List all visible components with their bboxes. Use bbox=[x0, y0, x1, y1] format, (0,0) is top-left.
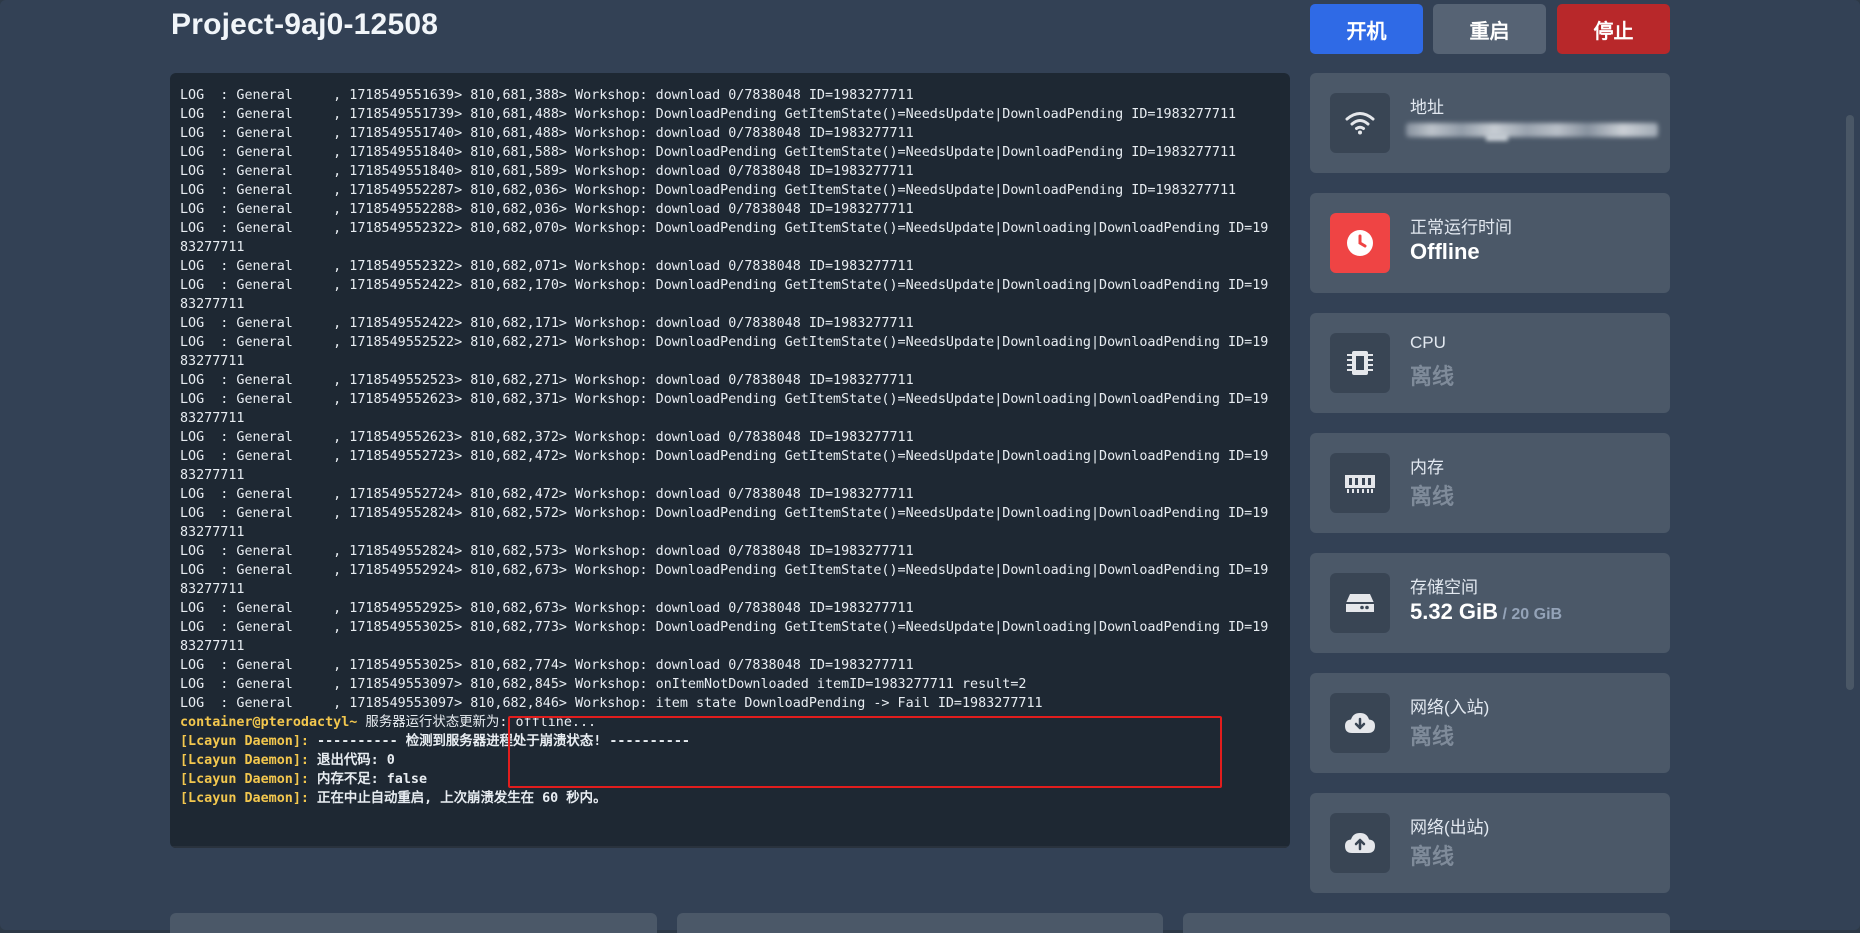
console-line-text: 正在中止自动重启, 上次崩溃发生在 60 秒内。 bbox=[309, 791, 607, 806]
console-line: 83277711 bbox=[180, 354, 245, 369]
console-line: LOG : General , 1718549552422> 810,682,1… bbox=[180, 278, 1269, 293]
console-line: LOG : General , 1718549553097> 810,682,8… bbox=[180, 677, 1027, 692]
stat-card-network-in: 网络(入站) 离线 bbox=[1310, 673, 1670, 773]
bottom-panel-1 bbox=[170, 913, 657, 933]
storage-used: 5.32 GiB bbox=[1410, 599, 1499, 624]
stat-card-address: 地址 bbox=[1310, 73, 1670, 173]
console-line: LOG : General , 1718549552723> 810,682,4… bbox=[180, 449, 1269, 464]
command-bar: » bbox=[170, 846, 1290, 848]
stat-value: 5.32 GiB / 20 GiB bbox=[1410, 599, 1562, 625]
highlight-box bbox=[508, 716, 1222, 788]
daemon-prefix: [Lcayun Daemon]: bbox=[180, 791, 309, 806]
console-line: LOG : General , 1718549552322> 810,682,0… bbox=[180, 221, 1269, 236]
console-line-text: 退出代码: 0 bbox=[309, 753, 395, 768]
stat-label: CPU bbox=[1410, 333, 1446, 352]
stat-label: 地址 bbox=[1410, 98, 1444, 117]
console-line: LOG : General , 1718549552623> 810,682,3… bbox=[180, 392, 1269, 407]
console-line: LOG : General , 1718549551840> 810,681,5… bbox=[180, 164, 914, 179]
stat-value: 离线 bbox=[1410, 844, 1455, 869]
console-line: [Lcayun Daemon]: 正在中止自动重启, 上次崩溃发生在 60 秒内… bbox=[180, 789, 1270, 808]
console-line: LOG : General , 1718549553025> 810,682,7… bbox=[180, 620, 1269, 635]
storage-limit: / 20 GiB bbox=[1498, 606, 1563, 623]
console-line: LOG : General , 1718549552724> 810,682,4… bbox=[180, 487, 914, 502]
bottom-panel-3 bbox=[1183, 913, 1670, 933]
redacted-address-fragment bbox=[1486, 133, 1508, 141]
console-line: LOG : General , 1718549552824> 810,682,5… bbox=[180, 544, 914, 559]
page-scrollbar[interactable] bbox=[1846, 115, 1854, 690]
console-line: LOG : General , 1718549552522> 810,682,2… bbox=[180, 335, 1269, 350]
console-line: 83277711 bbox=[180, 639, 245, 654]
stat-value: 离线 bbox=[1410, 364, 1455, 389]
console-panel: LOG : General , 1718549551639> 810,681,3… bbox=[170, 73, 1290, 848]
stat-label: 正常运行时间 bbox=[1410, 218, 1512, 237]
console-line: LOG : General , 1718549551739> 810,681,4… bbox=[180, 107, 1237, 122]
daemon-prefix: [Lcayun Daemon]: bbox=[180, 772, 309, 787]
stat-card-uptime: 正常运行时间 Offline bbox=[1310, 193, 1670, 293]
stat-value: Offline bbox=[1410, 239, 1480, 264]
wifi-icon bbox=[1330, 93, 1390, 153]
stat-card-cpu: CPU 离线 bbox=[1310, 313, 1670, 413]
stat-card-network-out: 网络(出站) 离线 bbox=[1310, 793, 1670, 893]
stat-value: 离线 bbox=[1410, 484, 1455, 509]
console-line: LOG : General , 1718549553097> 810,682,8… bbox=[180, 696, 1043, 711]
memory-icon bbox=[1330, 453, 1390, 513]
stat-card-memory: 内存 离线 bbox=[1310, 433, 1670, 533]
daemon-prefix: [Lcayun Daemon]: bbox=[180, 734, 309, 749]
stat-value: 离线 bbox=[1410, 724, 1455, 749]
console-line: LOG : General , 1718549551639> 810,681,3… bbox=[180, 88, 914, 103]
daemon-prefix: [Lcayun Daemon]: bbox=[180, 753, 309, 768]
redacted-address bbox=[1406, 123, 1658, 137]
console-line: LOG : General , 1718549551840> 810,681,5… bbox=[180, 145, 1237, 160]
console-line: 83277711 bbox=[180, 297, 245, 312]
cpu-chip-icon bbox=[1330, 333, 1390, 393]
app-frame: Project-9aj0-12508 开机 重启 停止 LOG : Genera… bbox=[0, 0, 1860, 933]
console-line: 83277711 bbox=[180, 240, 245, 255]
console-line-text: 内存不足: false bbox=[309, 772, 428, 787]
console-line: LOG : General , 1718549552422> 810,682,1… bbox=[180, 316, 914, 331]
stat-label: 存储空间 bbox=[1410, 578, 1478, 597]
console-line: LOG : General , 1718549552287> 810,682,0… bbox=[180, 183, 1237, 198]
server-console-page: Project-9aj0-12508 开机 重启 停止 LOG : Genera… bbox=[0, 0, 1860, 933]
hard-drive-icon bbox=[1330, 573, 1390, 633]
stop-button[interactable]: 停止 bbox=[1557, 4, 1670, 54]
console-line: LOG : General , 1718549552322> 810,682,0… bbox=[180, 259, 914, 274]
start-button[interactable]: 开机 bbox=[1310, 4, 1423, 54]
console-output: LOG : General , 1718549551639> 810,681,3… bbox=[180, 86, 1270, 808]
page-title: Project-9aj0-12508 bbox=[171, 8, 439, 41]
stat-label: 网络(入站) bbox=[1410, 698, 1490, 717]
console-line: LOG : General , 1718549552523> 810,682,2… bbox=[180, 373, 914, 388]
stat-label: 网络(出站) bbox=[1410, 818, 1490, 837]
bottom-panel-2 bbox=[677, 913, 1163, 933]
cloud-download-icon bbox=[1330, 693, 1390, 753]
console-line: 83277711 bbox=[180, 468, 245, 483]
clock-icon bbox=[1330, 213, 1390, 273]
console-prompt: container@pterodactyl~ bbox=[180, 715, 358, 730]
console-line: LOG : General , 1718549552824> 810,682,5… bbox=[180, 506, 1269, 521]
console-line: LOG : General , 1718549552288> 810,682,0… bbox=[180, 202, 914, 217]
console-line: LOG : General , 1718549551740> 810,681,4… bbox=[180, 126, 914, 141]
console-line: LOG : General , 1718549552924> 810,682,6… bbox=[180, 563, 1269, 578]
console-line: 83277711 bbox=[180, 582, 245, 597]
console-line: 83277711 bbox=[180, 525, 245, 540]
stat-label: 内存 bbox=[1410, 458, 1444, 477]
console-line: 83277711 bbox=[180, 411, 245, 426]
console-line: LOG : General , 1718549552623> 810,682,3… bbox=[180, 430, 914, 445]
console-line: LOG : General , 1718549552925> 810,682,6… bbox=[180, 601, 914, 616]
console-line: LOG : General , 1718549553025> 810,682,7… bbox=[180, 658, 914, 673]
stat-card-storage: 存储空间 5.32 GiB / 20 GiB bbox=[1310, 553, 1670, 653]
restart-button[interactable]: 重启 bbox=[1433, 4, 1546, 54]
cloud-upload-icon bbox=[1330, 813, 1390, 873]
